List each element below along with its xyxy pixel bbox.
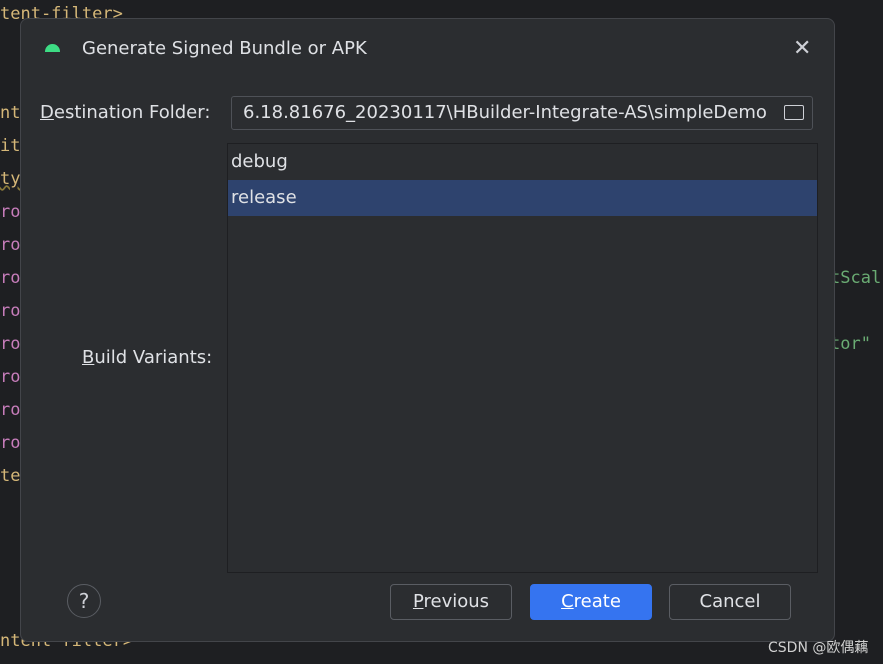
generate-signed-bundle-dialog: Generate Signed Bundle or APK ✕ Destinat… [20,18,835,642]
code-line: ro [0,400,21,420]
destination-folder-value: 6.18.81676_20230117\HBuilder-Integrate-A… [243,102,767,123]
code-line: ro [0,268,21,288]
create-button[interactable]: Create [530,584,652,620]
dialog-title: Generate Signed Bundle or APK [82,38,367,59]
watermark: CSDN @欧偶藕 [768,640,869,656]
code-line: ty [0,169,21,189]
android-icon [45,44,60,52]
mnemonic: D [40,102,54,123]
folder-icon[interactable] [784,105,804,120]
label-text: estination Folder: [53,102,211,123]
code-fragment: tor" [830,334,871,354]
build-variants-label: Build Variants: [82,347,212,368]
variant-item-release[interactable]: release [228,180,817,216]
code-line: ro [0,433,21,453]
mnemonic: P [412,591,424,612]
code-line: ro [0,334,21,354]
mnemonic: B [82,347,95,368]
code-fragment: tScal [830,268,882,288]
button-label: revious [423,591,490,612]
code-line: te [0,466,21,486]
build-variants-list[interactable]: debug release [227,143,818,573]
destination-folder-input[interactable]: 6.18.81676_20230117\HBuilder-Integrate-A… [231,96,813,130]
button-label: reate [573,591,621,612]
code-line: nt [0,103,21,123]
cancel-button[interactable]: Cancel [669,584,791,620]
code-line: ro [0,235,21,255]
code-line: ro [0,202,21,222]
code-line: ro [0,301,21,321]
close-icon[interactable]: ✕ [793,36,811,61]
help-button[interactable]: ? [67,584,101,618]
code-line: ro [0,367,21,387]
label-text: uild Variants: [94,347,213,368]
previous-button[interactable]: Previous [390,584,512,620]
code-line: it [0,136,21,156]
mnemonic: C [561,591,574,612]
destination-folder-label: Destination Folder: [40,102,210,123]
variant-item-debug[interactable]: debug [228,144,817,180]
